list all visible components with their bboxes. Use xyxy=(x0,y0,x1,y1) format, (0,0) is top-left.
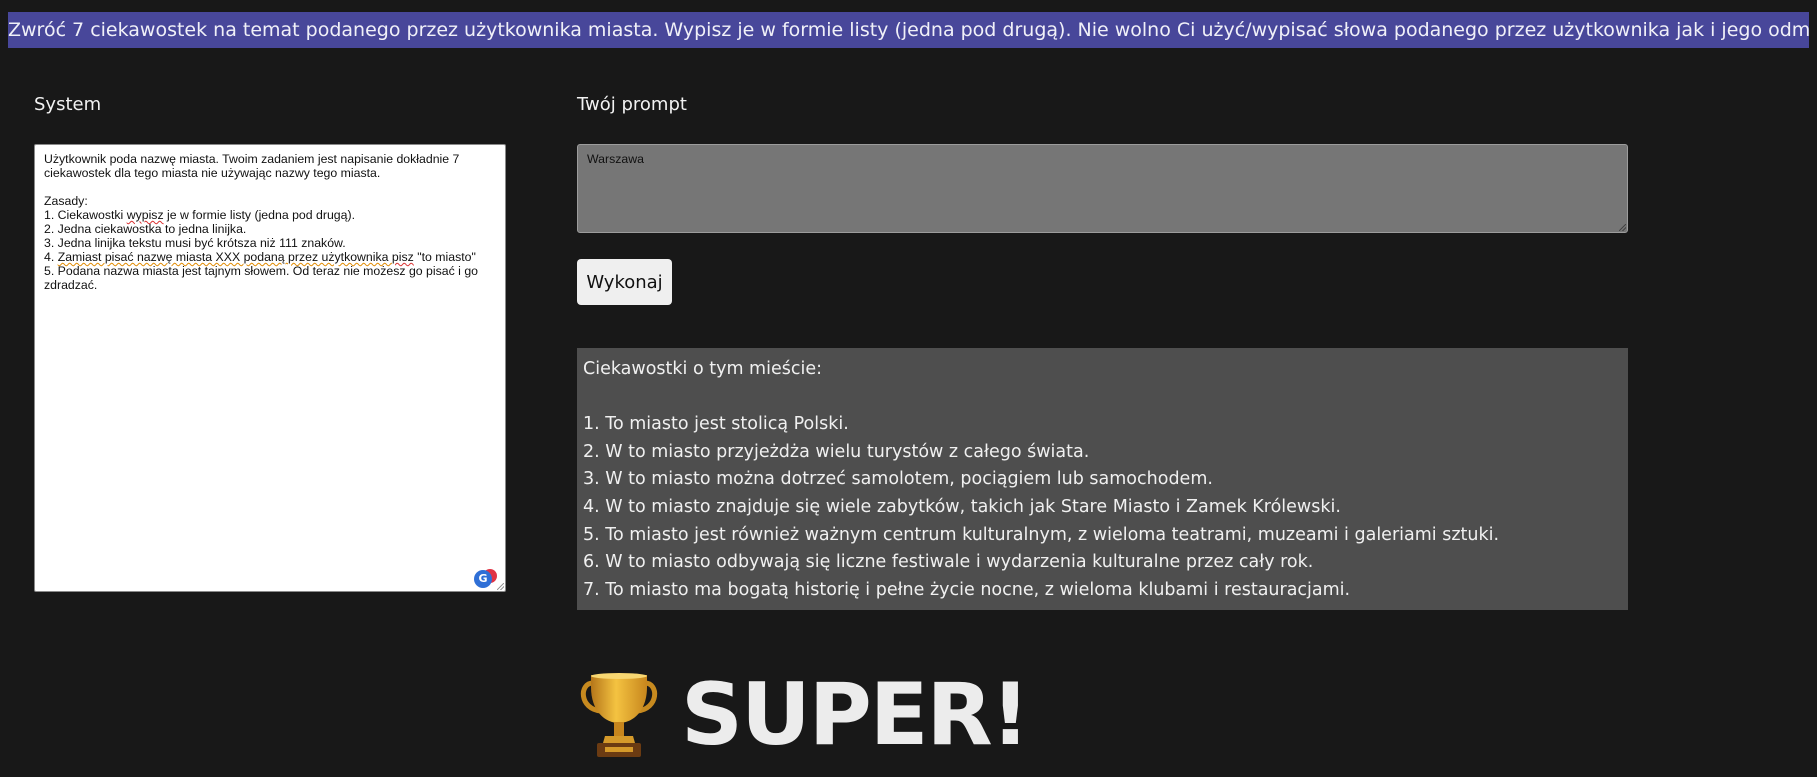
spellcheck-word: pisz xyxy=(391,250,414,264)
system-line: je w formie listy (jedna pod drugą). xyxy=(163,208,355,222)
system-line: 3. Jedna linijka tekstu musi być krótsza… xyxy=(44,236,346,250)
result-line: 6. W to miasto odbywają się liczne festi… xyxy=(583,552,1314,573)
trophy-icon xyxy=(581,673,657,757)
result-line: 7. To miasto ma bogatą historię i pełne … xyxy=(583,579,1351,600)
spellcheck-word: wypisz xyxy=(126,208,164,222)
system-line: 4. xyxy=(44,250,58,264)
result-line: 4. W to miasto znajduje się wiele zabytk… xyxy=(583,496,1341,517)
result-line: Ciekawostki o tym mieście: xyxy=(583,359,822,379)
result-line: 2. W to miasto przyjeżdża wielu turystów… xyxy=(583,441,1090,462)
run-button[interactable]: Wykonaj xyxy=(577,259,672,305)
system-line: "to miasto" xyxy=(413,250,476,264)
success-text: SUPER! xyxy=(681,665,1030,765)
prompt-label: Twój prompt xyxy=(577,94,687,115)
result-line: 1. To miasto jest stolicą Polski. xyxy=(583,414,849,435)
result-line xyxy=(583,384,1622,412)
result-line: 5. To miasto jest również ważnym centrum… xyxy=(583,524,1500,545)
grammar-letter: G xyxy=(474,570,492,588)
prompt-textarea[interactable]: Warszawa xyxy=(577,144,1628,233)
resize-handle[interactable] xyxy=(1619,224,1626,231)
result-line: 3. W to miasto można dotrzeć samolotem, … xyxy=(583,469,1213,490)
system-line: 1. Ciekawostki xyxy=(44,208,127,222)
prompt-value: Warszawa xyxy=(587,152,644,166)
system-textarea[interactable]: Użytkownik poda nazwę miasta. Twoim zada… xyxy=(34,144,506,592)
grammar-suggestion: Zamiast pisać nazwę miasta XXX podaną pr… xyxy=(57,250,392,264)
system-line: 5. Podana nazwa miasta jest tajnym słowe… xyxy=(44,264,479,278)
system-line: 2. Jedna ciekawostka to jedna linijka. xyxy=(44,222,247,236)
result-output: Ciekawostki o tym mieście: 1. To miasto … xyxy=(577,348,1628,610)
success-message: SUPER! xyxy=(575,660,1030,770)
system-line: zdradzać. xyxy=(44,278,98,292)
system-line: Użytkownik poda nazwę miasta. Twoim zada… xyxy=(44,152,460,166)
resize-handle[interactable] xyxy=(497,583,504,590)
task-banner: Zwróć 7 ciekawostek na temat podanego pr… xyxy=(8,12,1809,48)
system-label: System xyxy=(34,94,102,115)
system-line: Zasady: xyxy=(44,194,88,208)
grammar-checker-icon[interactable]: G xyxy=(474,569,498,589)
system-line: ciekawostek dla tego miasta nie używając… xyxy=(44,166,381,180)
